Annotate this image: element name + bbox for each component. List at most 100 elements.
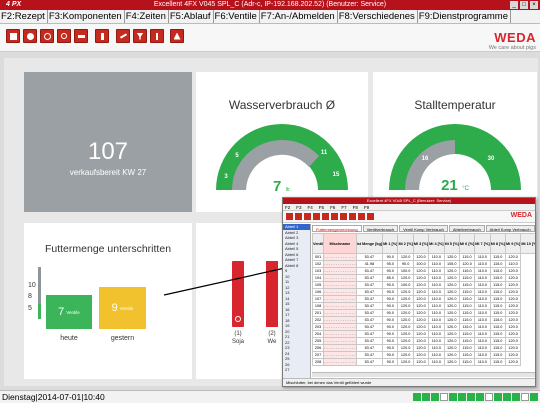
- table-row[interactable]: 201- - - - - - - - - - - - - -53.47 90.0 1…: [311, 309, 536, 317]
- sub-tool-icon[interactable]: [349, 213, 356, 220]
- sub-tool-icon[interactable]: [367, 213, 374, 220]
- sub-tool-icon[interactable]: [331, 213, 338, 220]
- sub-tool-icon[interactable]: [286, 213, 293, 220]
- sub-menu-f4[interactable]: F4: [308, 204, 313, 210]
- print-icon[interactable]: [23, 29, 37, 43]
- tab-ventilverbrauch[interactable]: Ventilverbrauch: [362, 225, 399, 232]
- tab-abteil-komp-verbrauch[interactable]: Abteil Komp Verbrauch: [485, 225, 535, 232]
- table-row[interactable]: 203- - - - - - - - - - - - - -53.47 90.0 1…: [311, 323, 536, 331]
- table-header-cell[interactable]: Mi 8 [%]: [489, 233, 506, 254]
- table-row[interactable]: 103- - - - - - - - - - - - - -53.47 90.0 1…: [311, 267, 536, 275]
- menu-dienstprogramme[interactable]: F9:Dienstprogramme: [418, 10, 511, 23]
- table-cell: 110.0: [474, 253, 491, 261]
- sub-menu-f5[interactable]: F5: [319, 204, 324, 210]
- table-header-cell[interactable]: Mi 6 [%]: [458, 233, 476, 254]
- menu-verschiedenes[interactable]: F8:Verschiedenes: [338, 10, 418, 23]
- filter-icon[interactable]: [133, 29, 147, 43]
- menu-zeiten[interactable]: F4:Zeiten: [125, 10, 169, 23]
- table-cell: 205: [311, 337, 325, 345]
- table-cell: 110.0: [428, 302, 445, 310]
- table-row[interactable]: 202- - - - - - - - - - - - - -53.47 90.0 1…: [311, 316, 536, 324]
- table-row[interactable]: 204- - - - - - - - - - - - - -53.47 90.0 1…: [311, 330, 536, 338]
- table-header-cell[interactable]: Ist Menge [kg]: [355, 233, 384, 254]
- table-header-cell[interactable]: Ventil: [311, 233, 325, 254]
- table-cell: - - - - - - - - - - - - - -: [323, 344, 357, 352]
- table-cell: 115.0: [458, 253, 476, 261]
- table-cell: 115.0: [489, 288, 506, 296]
- table-cell: 110.0: [428, 358, 445, 366]
- table-header-cell[interactable]: Mi 9 [%]: [504, 233, 522, 254]
- sub-menu-f7[interactable]: F7: [341, 204, 346, 210]
- status-led: [431, 393, 439, 401]
- table-cell: 120.0: [397, 337, 414, 345]
- status-led: [413, 393, 421, 401]
- table-cell: 207: [311, 351, 325, 359]
- sub-tool-icon[interactable]: [304, 213, 311, 220]
- table-header-cell[interactable]: Mi 1 [%]: [382, 233, 399, 254]
- ventil-table-window[interactable]: Excellent 4FX V045 SPL_C (Benutzer: Serv…: [282, 197, 536, 387]
- sub-tool-icon[interactable]: [358, 213, 365, 220]
- sub-menu-f3[interactable]: F3: [296, 204, 301, 210]
- sub-menu-f8[interactable]: F8: [353, 204, 358, 210]
- menu-ventile[interactable]: F6:Ventile: [214, 10, 260, 23]
- table-header-cell[interactable]: Mi 2 [%]: [397, 233, 414, 254]
- sub-menu-f6[interactable]: F6: [330, 204, 335, 210]
- scale-icon[interactable]: [74, 29, 88, 43]
- table-row[interactable]: 108- - - - - - - - - - - - - -53.47 90.0 1…: [311, 302, 536, 310]
- menu-ablauf[interactable]: F5:Ablauf: [169, 10, 214, 23]
- table-header-cell[interactable]: Mi 3 [%]: [412, 233, 430, 254]
- table-cell: 120.0: [412, 351, 430, 359]
- maximize-button[interactable]: □: [520, 1, 528, 9]
- table-row[interactable]: 001- - - - - - - - - - - - - -53.47 90.0 1…: [311, 253, 536, 261]
- chart-icon[interactable]: [95, 29, 109, 43]
- info-icon[interactable]: [150, 29, 164, 43]
- table-row[interactable]: 205- - - - - - - - - - - - - -53.47 90.0 1…: [311, 337, 536, 345]
- table-cell: 120.0: [443, 274, 460, 282]
- table-cell: 110.0: [474, 309, 491, 317]
- table-cell: 115.0: [489, 344, 506, 352]
- table-cell: - - - - - - - - - - - - - -: [323, 358, 357, 366]
- sidebar-item[interactable]: 27: [283, 367, 310, 373]
- table-header-cell[interactable]: Mischname: [323, 233, 357, 254]
- list-icon[interactable]: [6, 29, 20, 43]
- status-led: [530, 393, 538, 401]
- table-cell: 106: [311, 288, 325, 296]
- table-cell: 120.0: [412, 274, 430, 282]
- tab-ventil-komp-verbrauch[interactable]: Ventil Komp Verbrauch: [399, 225, 448, 232]
- graph-icon[interactable]: [116, 29, 130, 43]
- clock-icon[interactable]: [40, 29, 54, 43]
- table-header-cell[interactable]: Mi 4 [%]: [428, 233, 445, 254]
- sub-tool-icon[interactable]: [313, 213, 320, 220]
- sub-tool-icon[interactable]: [295, 213, 302, 220]
- status-led: [422, 393, 430, 401]
- close-button[interactable]: ×: [530, 1, 538, 9]
- minimize-button[interactable]: _: [510, 1, 518, 9]
- sub-tool-icon[interactable]: [322, 213, 329, 220]
- sub-menu-f2[interactable]: F2: [285, 204, 290, 210]
- alarm-icon[interactable]: [170, 29, 184, 43]
- tab-futtermengenrechnung[interactable]: Futtermengenrechnung: [312, 225, 362, 232]
- table-row[interactable]: 102- - - - - - - - - - - - - -41.98 95.0 9…: [311, 260, 536, 268]
- table-cell: - - - - - - - - - - - - - -: [323, 267, 357, 275]
- table-header-cell[interactable]: Mi 10 [%]: [520, 233, 535, 254]
- table-header-cell[interactable]: Mi 5 [%]: [443, 233, 460, 254]
- menu-rezept[interactable]: F2:Rezept: [0, 10, 48, 23]
- table-row[interactable]: 107- - - - - - - - - - - - - -53.47 90.0 1…: [311, 295, 536, 303]
- table-row[interactable]: 104- - - - - - - - - - - - - -53.47 85.0 1…: [311, 274, 536, 282]
- table-cell: 120.0: [443, 281, 460, 289]
- table-row[interactable]: 208- - - - - - - - - - - - - -53.47 90.0 1…: [311, 358, 536, 366]
- search-icon[interactable]: [57, 29, 71, 43]
- table-row[interactable]: 207- - - - - - - - - - - - - -53.47 90.0 1…: [311, 351, 536, 359]
- table-row[interactable]: 106- - - - - - - - - - - - - -53.47 90.0 1…: [311, 288, 536, 296]
- tab-abteilverbrauch[interactable]: Abteilverbrauch: [448, 225, 485, 232]
- subwindow-toolbar: WEDA: [283, 211, 535, 223]
- status-led: [458, 393, 466, 401]
- table-header-cell[interactable]: Mi 7 [%]: [474, 233, 491, 254]
- sub-tool-icon[interactable]: [340, 213, 347, 220]
- sub-menu-f9[interactable]: F9: [364, 204, 369, 210]
- table-scrollbar[interactable]: [312, 372, 535, 377]
- menu-an-abmelden[interactable]: F7:An-/Abmelden: [260, 10, 338, 23]
- menu-komponenten[interactable]: F3:Komponenten: [48, 10, 125, 23]
- table-row[interactable]: 105- - - - - - - - - - - - - -53.47 90.0 1…: [311, 281, 536, 289]
- table-row[interactable]: 206- - - - - - - - - - - - - -53.47 90.0 1…: [311, 344, 536, 352]
